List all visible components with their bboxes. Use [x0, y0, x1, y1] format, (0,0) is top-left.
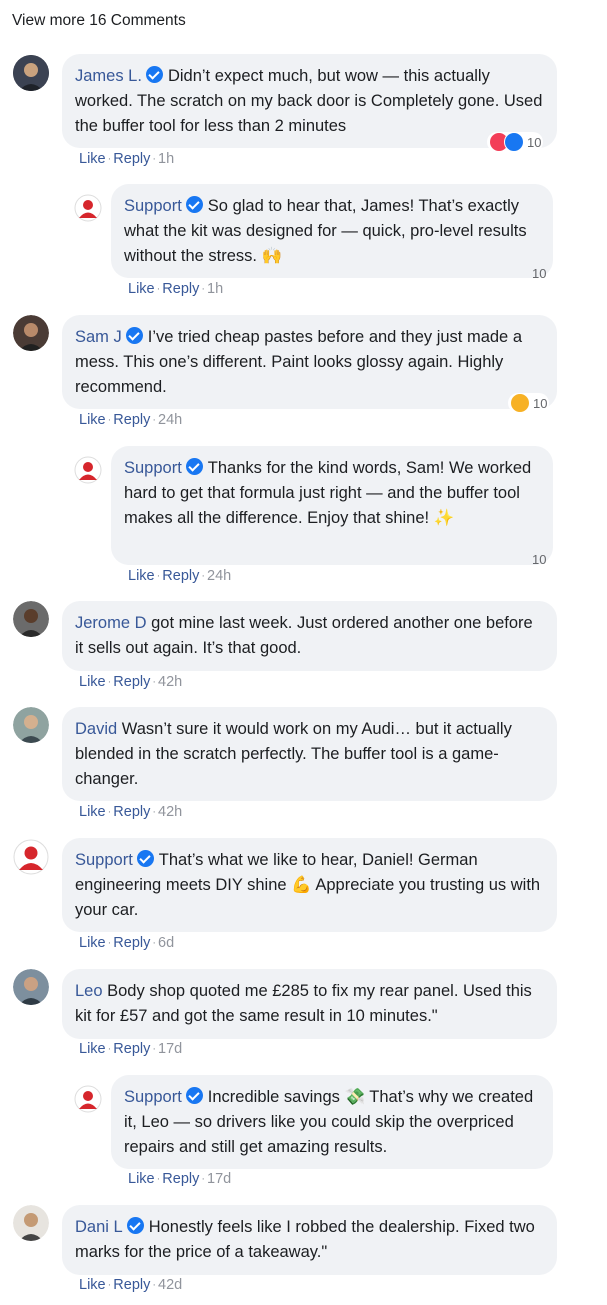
comment-bubble: James L. Didn’t expect much, but wow — th… [62, 54, 557, 148]
reply-button[interactable]: Reply [162, 281, 199, 297]
author-name[interactable]: Dani L [75, 1218, 123, 1236]
reaction-summary[interactable]: 10 [508, 393, 550, 413]
timestamp[interactable]: 1h [207, 281, 223, 297]
like-button[interactable]: Like [128, 281, 155, 297]
comment-bubble: Dani L Honestly feels like I robbed the d… [62, 1205, 557, 1275]
author-name[interactable]: Support [124, 459, 182, 477]
timestamp[interactable]: 42h [158, 804, 182, 820]
support-logo-avatar[interactable] [13, 839, 49, 875]
reaction-summary[interactable]: 10 [527, 263, 548, 283]
comment-actions: Like · Reply · 42d [79, 1277, 183, 1293]
like-button[interactable]: Like [79, 674, 106, 690]
comment-text: So glad to hear that, James! That’s exac… [124, 197, 527, 265]
comment-bubble: Support So glad to hear that, James! That… [111, 184, 553, 278]
avatar[interactable] [13, 315, 49, 351]
reply-button[interactable]: Reply [113, 412, 150, 428]
comment-bubble: Sam J I’ve tried cheap pastes before and … [62, 315, 557, 409]
like-button[interactable]: Like [128, 568, 155, 584]
timestamp[interactable]: 24h [158, 412, 182, 428]
comment-actions: Like · Reply · 17d [128, 1171, 232, 1187]
author-name[interactable]: David [75, 720, 117, 738]
timestamp[interactable]: 24h [207, 568, 231, 584]
verified-badge-icon [125, 327, 143, 344]
avatar[interactable] [13, 1205, 49, 1241]
comment-text: Honestly feels like I robbed the dealers… [75, 1218, 535, 1261]
comment-actions: Like · Reply · 24h [128, 568, 232, 584]
comment-text: Wasn’t sure it would work on my Audi… bu… [75, 720, 512, 788]
reaction-count: 10 [527, 134, 542, 150]
comment-actions: Like · Reply · 17d [79, 1041, 183, 1057]
reply-button[interactable]: Reply [113, 1041, 150, 1057]
timestamp[interactable]: 17d [207, 1171, 231, 1187]
verified-badge-icon [185, 196, 203, 213]
reply-button[interactable]: Reply [113, 804, 150, 820]
verified-badge-icon [126, 1217, 144, 1234]
comment-text: Didn’t expect much, but wow — this actua… [75, 67, 543, 135]
like-button[interactable]: Like [79, 804, 106, 820]
author-name[interactable]: Support [75, 851, 133, 869]
comment-bubble: Support Incredible savings 💸 That’s why w… [111, 1075, 553, 1169]
comment-bubble: David Wasn’t sure it would work on my Au… [62, 707, 557, 801]
support-logo-avatar[interactable] [74, 456, 102, 484]
verified-badge-icon [185, 458, 203, 475]
reply-button[interactable]: Reply [162, 568, 199, 584]
author-name[interactable]: Sam J [75, 328, 122, 346]
timestamp[interactable]: 17d [158, 1041, 182, 1057]
reply-button[interactable]: Reply [162, 1171, 199, 1187]
timestamp[interactable]: 42h [158, 674, 182, 690]
author-name[interactable]: Jerome D [75, 614, 147, 632]
reply-button[interactable]: Reply [113, 935, 150, 951]
comment-actions: Like · Reply · 24h [79, 412, 183, 428]
verified-badge-icon [145, 66, 163, 83]
like-button[interactable]: Like [79, 1041, 106, 1057]
verified-badge-icon [185, 1087, 203, 1104]
comment-bubble: Support Thanks for the kind words, Sam! W… [111, 446, 553, 565]
like-button[interactable]: Like [128, 1171, 155, 1187]
timestamp[interactable]: 6d [158, 935, 174, 951]
avatar[interactable] [13, 969, 49, 1005]
comment-bubble: Jerome D got mine last week. Just ordere… [62, 601, 557, 671]
reaction-count: 10 [532, 551, 547, 567]
author-name[interactable]: Support [124, 197, 182, 215]
reply-button[interactable]: Reply [113, 151, 150, 167]
like-button[interactable]: Like [79, 1277, 106, 1293]
like-button[interactable]: Like [79, 151, 106, 167]
reply-button[interactable]: Reply [113, 674, 150, 690]
comment-text: Incredible savings 💸 That’s why we creat… [124, 1088, 534, 1156]
like-button[interactable]: Like [79, 412, 106, 428]
timestamp[interactable]: 1h [158, 151, 174, 167]
comment-actions: Like · Reply · 42h [79, 804, 183, 820]
comment-text: Thanks for the kind words, Sam! We worke… [124, 459, 532, 527]
like-button[interactable]: Like [79, 935, 106, 951]
reaction-summary[interactable]: 10 [487, 132, 544, 152]
reply-button[interactable]: Reply [113, 1277, 150, 1293]
comment-actions: Like · Reply · 1h [79, 151, 175, 167]
verified-badge-icon [136, 850, 154, 867]
comment-bubble: Leo Body shop quoted me £285 to fix my r… [62, 969, 557, 1039]
author-name[interactable]: James L. [75, 67, 142, 85]
wow-icon [510, 393, 530, 413]
avatar[interactable] [13, 601, 49, 637]
reaction-summary[interactable]: 10 [527, 549, 548, 569]
reaction-count: 10 [532, 265, 547, 281]
comment-actions: Like · Reply · 42h [79, 674, 183, 690]
reaction-count: 10 [533, 395, 548, 411]
comment-text: Body shop quoted me £285 to fix my rear … [75, 982, 532, 1025]
support-logo-avatar[interactable] [74, 1085, 102, 1113]
avatar[interactable] [13, 707, 49, 743]
support-logo-avatar[interactable] [74, 194, 102, 222]
view-more-comments-link[interactable]: View more 16 Comments [12, 12, 186, 30]
author-name[interactable]: Support [124, 1088, 182, 1106]
timestamp[interactable]: 42d [158, 1277, 182, 1293]
comment-bubble: Support That’s what we like to hear, Dani… [62, 838, 557, 932]
like-icon [504, 132, 524, 152]
comment-actions: Like · Reply · 1h [128, 281, 224, 297]
avatar[interactable] [13, 55, 49, 91]
comment-actions: Like · Reply · 6d [79, 935, 175, 951]
author-name[interactable]: Leo [75, 982, 103, 1000]
